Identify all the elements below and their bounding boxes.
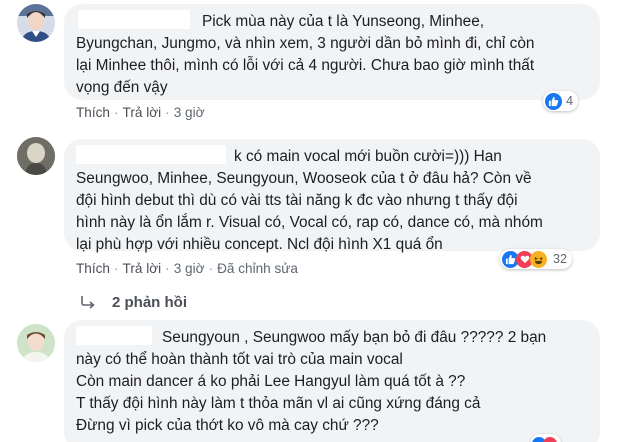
- comment-text: Seungyoun , Seungwoo mấy bạn bỏ đi đâu ?…: [76, 326, 546, 437]
- redacted-name: [78, 10, 190, 29]
- comment-line: này có thể hoàn thành tốt vai trò của ma…: [76, 351, 403, 368]
- reaction-count: 32: [553, 252, 568, 266]
- reply-link[interactable]: Trả lời: [123, 105, 162, 120]
- comment-actions: Thích · Trả lời · 3 giờ · Đã chỉnh sửa: [76, 261, 298, 276]
- avatar[interactable]: [17, 324, 55, 362]
- view-replies-link[interactable]: 2 phản hồi: [80, 294, 187, 313]
- comment-timestamp[interactable]: 3 giờ: [174, 105, 205, 120]
- comment-text: Pick mùa này của t là Yunseong, Minhee, …: [76, 10, 534, 99]
- avatar[interactable]: [17, 137, 55, 175]
- edited-label[interactable]: Đã chỉnh sửa: [217, 261, 298, 276]
- comment-line: vọng đến vậy: [76, 79, 168, 96]
- comment-line: Pick mùa này của t là Yunseong, Minhee,: [76, 10, 534, 33]
- reaction-count: 4: [566, 94, 574, 108]
- comment-text: k có main vocal mới buồn cười=))) Han Se…: [76, 145, 543, 256]
- redacted-name: [76, 145, 226, 164]
- like-link[interactable]: Thích: [76, 105, 110, 120]
- reply-arrow-icon: [80, 295, 96, 313]
- love-icon: [543, 437, 557, 442]
- reply-link[interactable]: Trả lời: [123, 261, 162, 276]
- comment-line: T thấy đội hình này làm t thỏa mãn vl ai…: [76, 395, 481, 412]
- comment-line: Seungyoun , Seungwoo mấy bạn bỏ đi đâu ?…: [76, 326, 546, 349]
- comment-line: Còn main dancer á ko phải Lee Hangyul là…: [76, 373, 466, 390]
- user-photo-icon: [17, 4, 55, 42]
- avatar[interactable]: [17, 4, 55, 42]
- comment-line: lại phù hợp với nhiều concept. Ncl đội h…: [76, 236, 443, 253]
- comment-line: đội hình debut thì dù có vài tts tài năn…: [76, 192, 518, 209]
- comment-line: lại Minhee thôi, mình có lỗi với cả 4 ng…: [76, 57, 535, 74]
- like-icon: [545, 92, 562, 110]
- reaction-summary[interactable]: [530, 434, 561, 442]
- comment-line: k có main vocal mới buồn cười=))) Han: [76, 145, 543, 168]
- replies-count-label: 2 phản hồi: [112, 294, 187, 311]
- like-link[interactable]: Thích: [76, 261, 110, 276]
- reaction-summary[interactable]: 4: [543, 91, 579, 111]
- comment-line: Seungwoo, Minhee, Seungyoun, Wooseok của…: [76, 170, 532, 187]
- comment-line: Đừng vì pick của thớt ko vô mà cay chứ ?…: [76, 417, 379, 434]
- user-photo-icon: [17, 324, 55, 362]
- reaction-summary[interactable]: 32: [500, 249, 573, 269]
- comment-line: hình này là ổn lắm r. Visual có, Vocal c…: [76, 214, 543, 231]
- redacted-name: [76, 326, 152, 345]
- comment-actions: Thích · Trả lời · 3 giờ: [76, 105, 205, 120]
- comment-line: Byungchan, Jungmo, và nhìn xem, 3 người …: [76, 35, 535, 52]
- haha-icon: [530, 250, 547, 268]
- comment-timestamp[interactable]: 3 giờ: [174, 261, 205, 276]
- user-photo-icon: [17, 137, 55, 175]
